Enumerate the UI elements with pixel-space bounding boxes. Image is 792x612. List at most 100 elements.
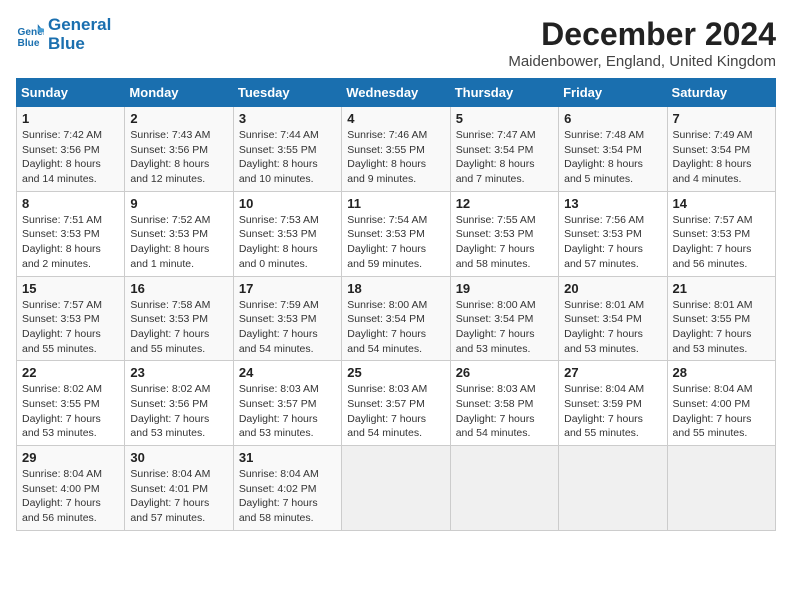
day-number: 26 (456, 365, 553, 380)
day-number: 10 (239, 196, 336, 211)
calendar-cell: 15 Sunrise: 7:57 AMSunset: 3:53 PMDaylig… (17, 276, 125, 361)
calendar-cell (559, 446, 667, 531)
calendar-cell: 22 Sunrise: 8:02 AMSunset: 3:55 PMDaylig… (17, 361, 125, 446)
day-info: Sunrise: 7:42 AMSunset: 3:56 PMDaylight:… (22, 129, 102, 185)
calendar-table: SundayMondayTuesdayWednesdayThursdayFrid… (16, 78, 776, 531)
day-info: Sunrise: 8:04 AMSunset: 4:00 PMDaylight:… (673, 383, 753, 439)
title-block: December 2024 Maidenbower, England, Unit… (508, 16, 776, 70)
calendar-cell: 19 Sunrise: 8:00 AMSunset: 3:54 PMDaylig… (450, 276, 558, 361)
calendar-cell: 17 Sunrise: 7:59 AMSunset: 3:53 PMDaylig… (233, 276, 341, 361)
calendar-cell: 30 Sunrise: 8:04 AMSunset: 4:01 PMDaylig… (125, 446, 233, 531)
day-info: Sunrise: 7:48 AMSunset: 3:54 PMDaylight:… (564, 129, 644, 185)
day-number: 19 (456, 281, 553, 296)
weekday-header: Friday (559, 79, 667, 107)
calendar-cell: 23 Sunrise: 8:02 AMSunset: 3:56 PMDaylig… (125, 361, 233, 446)
day-info: Sunrise: 7:44 AMSunset: 3:55 PMDaylight:… (239, 129, 319, 185)
day-number: 28 (673, 365, 770, 380)
day-info: Sunrise: 7:59 AMSunset: 3:53 PMDaylight:… (239, 299, 319, 355)
day-number: 25 (347, 365, 444, 380)
day-info: Sunrise: 8:03 AMSunset: 3:58 PMDaylight:… (456, 383, 536, 439)
day-number: 1 (22, 111, 119, 126)
logo-blue: Blue (48, 35, 111, 54)
day-info: Sunrise: 8:00 AMSunset: 3:54 PMDaylight:… (456, 299, 536, 355)
day-number: 12 (456, 196, 553, 211)
day-number: 21 (673, 281, 770, 296)
day-info: Sunrise: 7:58 AMSunset: 3:53 PMDaylight:… (130, 299, 210, 355)
calendar-cell: 3 Sunrise: 7:44 AMSunset: 3:55 PMDayligh… (233, 107, 341, 192)
month-title: December 2024 (508, 16, 776, 53)
day-info: Sunrise: 7:57 AMSunset: 3:53 PMDaylight:… (22, 299, 102, 355)
day-info: Sunrise: 8:03 AMSunset: 3:57 PMDaylight:… (347, 383, 427, 439)
calendar-cell: 13 Sunrise: 7:56 AMSunset: 3:53 PMDaylig… (559, 191, 667, 276)
calendar-cell: 20 Sunrise: 8:01 AMSunset: 3:54 PMDaylig… (559, 276, 667, 361)
calendar-cell: 25 Sunrise: 8:03 AMSunset: 3:57 PMDaylig… (342, 361, 450, 446)
calendar-cell: 7 Sunrise: 7:49 AMSunset: 3:54 PMDayligh… (667, 107, 775, 192)
page-header: General Blue General Blue December 2024 … (16, 16, 776, 70)
day-number: 30 (130, 450, 227, 465)
calendar-cell: 24 Sunrise: 8:03 AMSunset: 3:57 PMDaylig… (233, 361, 341, 446)
day-number: 17 (239, 281, 336, 296)
day-info: Sunrise: 8:01 AMSunset: 3:55 PMDaylight:… (673, 299, 753, 355)
svg-text:Blue: Blue (18, 38, 40, 49)
day-number: 18 (347, 281, 444, 296)
calendar-cell (667, 446, 775, 531)
calendar-cell: 2 Sunrise: 7:43 AMSunset: 3:56 PMDayligh… (125, 107, 233, 192)
day-info: Sunrise: 8:04 AMSunset: 4:00 PMDaylight:… (22, 468, 102, 524)
logo-icon: General Blue (16, 21, 44, 49)
day-number: 27 (564, 365, 661, 380)
day-number: 22 (22, 365, 119, 380)
weekday-header: Tuesday (233, 79, 341, 107)
calendar-header-row: SundayMondayTuesdayWednesdayThursdayFrid… (17, 79, 776, 107)
logo-general: General (48, 16, 111, 35)
day-info: Sunrise: 8:04 AMSunset: 3:59 PMDaylight:… (564, 383, 644, 439)
day-number: 14 (673, 196, 770, 211)
day-number: 4 (347, 111, 444, 126)
day-number: 15 (22, 281, 119, 296)
day-number: 6 (564, 111, 661, 126)
calendar-cell: 8 Sunrise: 7:51 AMSunset: 3:53 PMDayligh… (17, 191, 125, 276)
day-number: 23 (130, 365, 227, 380)
day-number: 3 (239, 111, 336, 126)
calendar-cell: 21 Sunrise: 8:01 AMSunset: 3:55 PMDaylig… (667, 276, 775, 361)
day-number: 20 (564, 281, 661, 296)
day-info: Sunrise: 7:53 AMSunset: 3:53 PMDaylight:… (239, 214, 319, 270)
calendar-cell: 12 Sunrise: 7:55 AMSunset: 3:53 PMDaylig… (450, 191, 558, 276)
calendar-cell: 29 Sunrise: 8:04 AMSunset: 4:00 PMDaylig… (17, 446, 125, 531)
calendar-cell: 31 Sunrise: 8:04 AMSunset: 4:02 PMDaylig… (233, 446, 341, 531)
day-info: Sunrise: 8:04 AMSunset: 4:01 PMDaylight:… (130, 468, 210, 524)
day-info: Sunrise: 8:02 AMSunset: 3:56 PMDaylight:… (130, 383, 210, 439)
calendar-cell: 27 Sunrise: 8:04 AMSunset: 3:59 PMDaylig… (559, 361, 667, 446)
calendar-week-row: 29 Sunrise: 8:04 AMSunset: 4:00 PMDaylig… (17, 446, 776, 531)
calendar-cell: 16 Sunrise: 7:58 AMSunset: 3:53 PMDaylig… (125, 276, 233, 361)
day-number: 7 (673, 111, 770, 126)
day-info: Sunrise: 7:43 AMSunset: 3:56 PMDaylight:… (130, 129, 210, 185)
day-info: Sunrise: 7:52 AMSunset: 3:53 PMDaylight:… (130, 214, 210, 270)
calendar-cell: 5 Sunrise: 7:47 AMSunset: 3:54 PMDayligh… (450, 107, 558, 192)
calendar-week-row: 8 Sunrise: 7:51 AMSunset: 3:53 PMDayligh… (17, 191, 776, 276)
day-info: Sunrise: 8:03 AMSunset: 3:57 PMDaylight:… (239, 383, 319, 439)
day-number: 11 (347, 196, 444, 211)
calendar-cell: 26 Sunrise: 8:03 AMSunset: 3:58 PMDaylig… (450, 361, 558, 446)
calendar-cell: 6 Sunrise: 7:48 AMSunset: 3:54 PMDayligh… (559, 107, 667, 192)
calendar-cell: 11 Sunrise: 7:54 AMSunset: 3:53 PMDaylig… (342, 191, 450, 276)
day-number: 29 (22, 450, 119, 465)
weekday-header: Thursday (450, 79, 558, 107)
calendar-cell: 9 Sunrise: 7:52 AMSunset: 3:53 PMDayligh… (125, 191, 233, 276)
day-info: Sunrise: 8:01 AMSunset: 3:54 PMDaylight:… (564, 299, 644, 355)
calendar-cell: 4 Sunrise: 7:46 AMSunset: 3:55 PMDayligh… (342, 107, 450, 192)
day-number: 2 (130, 111, 227, 126)
day-info: Sunrise: 8:04 AMSunset: 4:02 PMDaylight:… (239, 468, 319, 524)
day-info: Sunrise: 7:54 AMSunset: 3:53 PMDaylight:… (347, 214, 427, 270)
calendar-cell: 10 Sunrise: 7:53 AMSunset: 3:53 PMDaylig… (233, 191, 341, 276)
weekday-header: Sunday (17, 79, 125, 107)
day-info: Sunrise: 8:00 AMSunset: 3:54 PMDaylight:… (347, 299, 427, 355)
day-number: 31 (239, 450, 336, 465)
calendar-cell: 18 Sunrise: 8:00 AMSunset: 3:54 PMDaylig… (342, 276, 450, 361)
calendar-cell (342, 446, 450, 531)
weekday-header: Wednesday (342, 79, 450, 107)
day-number: 5 (456, 111, 553, 126)
logo: General Blue General Blue (16, 16, 111, 53)
calendar-week-row: 1 Sunrise: 7:42 AMSunset: 3:56 PMDayligh… (17, 107, 776, 192)
location-title: Maidenbower, England, United Kingdom (508, 53, 776, 70)
calendar-week-row: 22 Sunrise: 8:02 AMSunset: 3:55 PMDaylig… (17, 361, 776, 446)
